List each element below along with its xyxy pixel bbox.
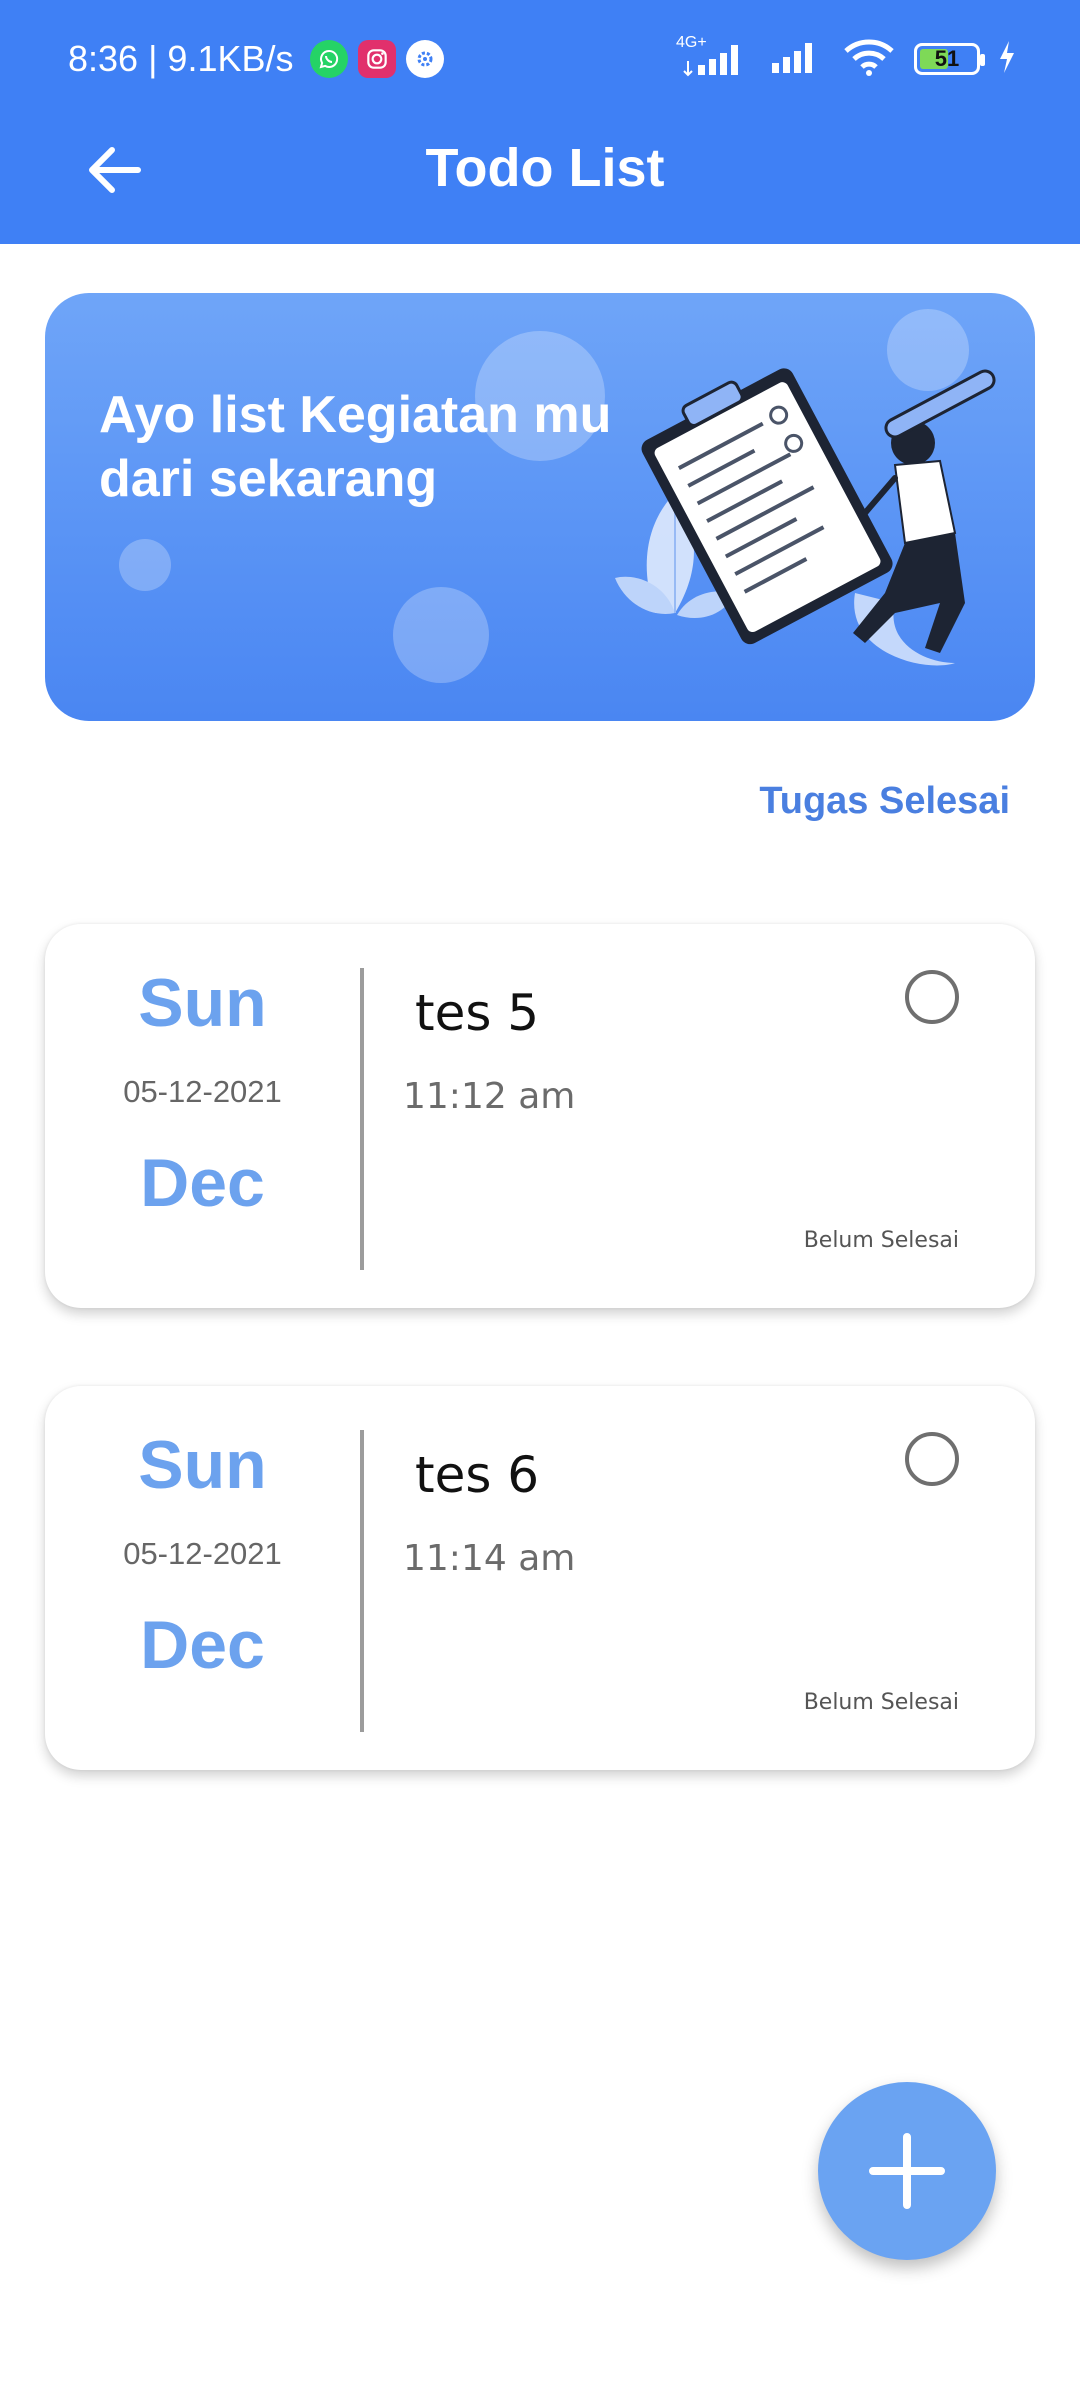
charging-icon [998,40,1016,78]
battery-level: 51 [934,46,960,71]
instagram-icon [357,40,396,78]
network-type: 4G+ [676,34,707,51]
whatsapp-icon [309,40,348,78]
banner-bubble [393,587,489,683]
task-time: 11:14 am [403,1538,576,1579]
settings-icon [405,40,444,78]
task-title: tes 6 [415,1446,540,1504]
task-card[interactable]: Sun 05-12-2021 Dec tes 5 11:12 am Belum … [45,924,1035,1308]
task-date: 05-12-2021 [123,1536,282,1571]
task-divider [360,1430,364,1732]
battery-icon: 51 [914,43,985,75]
banner: Ayo list Kegiatan mu dari sekarang [45,293,1035,721]
task-day: Sun [138,965,267,1041]
header: 8:36 | 9.1KB/s 4G+ 51 Todo List [0,0,1080,244]
done-tasks-link[interactable]: Tugas Selesai [759,780,1010,823]
task-divider [360,968,364,1270]
clipboard-person-illustration [615,368,996,666]
page-title: Todo List [425,138,665,198]
status-right: 4G+ 51 [676,35,1016,82]
status-time-speed: 8:36 | 9.1KB/s [68,38,294,79]
signal-icon: 4G+ [676,35,750,77]
battery-tip [980,54,985,66]
task-status: Belum Selesai [803,1690,959,1715]
signal-icon-2 [768,39,824,80]
task-date: 05-12-2021 [123,1074,282,1109]
task-date-column: Sun 05-12-2021 Dec [45,1386,360,1770]
task-complete-checkbox[interactable] [905,970,959,1024]
plus-icon [869,2133,945,2209]
status-bar: 8:36 | 9.1KB/s 4G+ 51 [0,0,1080,118]
banner-bubble [119,539,171,591]
app-bar: Todo List [0,118,1080,244]
task-title: tes 5 [415,984,540,1042]
task-day: Sun [138,1427,267,1503]
task-month: Dec [140,1145,265,1221]
status-left: 8:36 | 9.1KB/s [68,34,444,84]
wifi-icon [842,37,896,82]
add-task-button[interactable] [818,2082,996,2260]
task-card[interactable]: Sun 05-12-2021 Dec tes 6 11:14 am Belum … [45,1386,1035,1770]
task-time: 11:12 am [403,1076,576,1117]
task-complete-checkbox[interactable] [905,1432,959,1486]
task-status: Belum Selesai [803,1228,959,1253]
task-date-column: Sun 05-12-2021 Dec [45,924,360,1308]
task-month: Dec [140,1607,265,1683]
